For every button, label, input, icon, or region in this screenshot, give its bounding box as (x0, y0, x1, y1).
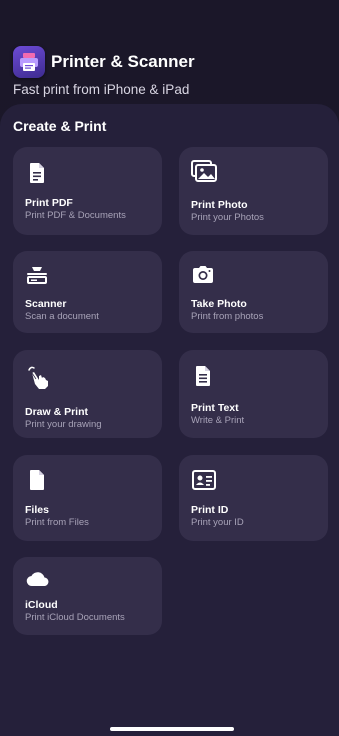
id-card-icon (191, 468, 216, 492)
print-photo-card[interactable]: Print Photo Print your Photos (179, 147, 328, 235)
print-pdf-card[interactable]: Print PDF Print PDF & Documents (13, 147, 162, 235)
print-text-card[interactable]: Print Text Write & Print (179, 350, 328, 438)
scanner-card[interactable]: Scanner Scan a document (13, 251, 162, 333)
card-label: Scanner (25, 298, 67, 310)
icloud-card[interactable]: iCloud Print iCloud Documents (13, 557, 162, 635)
card-sublabel: Print your ID (191, 517, 244, 528)
app-screen: Printer & Scanner Fast print from iPhone… (0, 0, 339, 736)
photos-icon (191, 159, 217, 183)
card-sublabel: Print iCloud Documents (25, 612, 125, 623)
card-sublabel: Print PDF & Documents (25, 210, 126, 221)
section-title: Create & Print (13, 118, 107, 134)
home-indicator (110, 727, 234, 731)
card-label: iCloud (25, 599, 58, 611)
text-document-icon (191, 364, 215, 388)
card-label: Print Text (191, 402, 239, 414)
card-sublabel: Print from Files (25, 517, 89, 528)
card-label: Files (25, 504, 49, 516)
card-sublabel: Print your drawing (25, 419, 102, 430)
camera-icon (191, 263, 215, 287)
card-sublabel: Scan a document (25, 311, 99, 322)
document-icon (25, 161, 49, 185)
scanner-icon (25, 263, 49, 287)
app-subtitle: Fast print from iPhone & iPad (13, 82, 190, 97)
card-sublabel: Print from photos (191, 311, 264, 322)
create-print-panel: Create & Print Print PDF Print PDF & Doc… (0, 104, 339, 736)
card-sublabel: Write & Print (191, 415, 245, 426)
card-label: Print PDF (25, 197, 73, 209)
cloud-icon (25, 567, 49, 591)
take-photo-card[interactable]: Take Photo Print from photos (179, 251, 328, 333)
app-header: Printer & Scanner Fast print from iPhone… (13, 46, 333, 106)
app-title: Printer & Scanner (51, 52, 195, 71)
printer-app-icon (13, 46, 45, 78)
file-icon (25, 468, 49, 492)
card-label: Take Photo (191, 298, 247, 310)
card-label: Print Photo (191, 199, 248, 211)
print-id-card[interactable]: Print ID Print your ID (179, 455, 328, 541)
card-label: Print ID (191, 504, 229, 516)
card-label: Draw & Print (25, 406, 89, 418)
files-card[interactable]: Files Print from Files (13, 455, 162, 541)
draw-print-card[interactable]: Draw & Print Print your drawing (13, 350, 162, 438)
card-sublabel: Print your Photos (191, 212, 264, 223)
hand-draw-icon (25, 364, 49, 389)
